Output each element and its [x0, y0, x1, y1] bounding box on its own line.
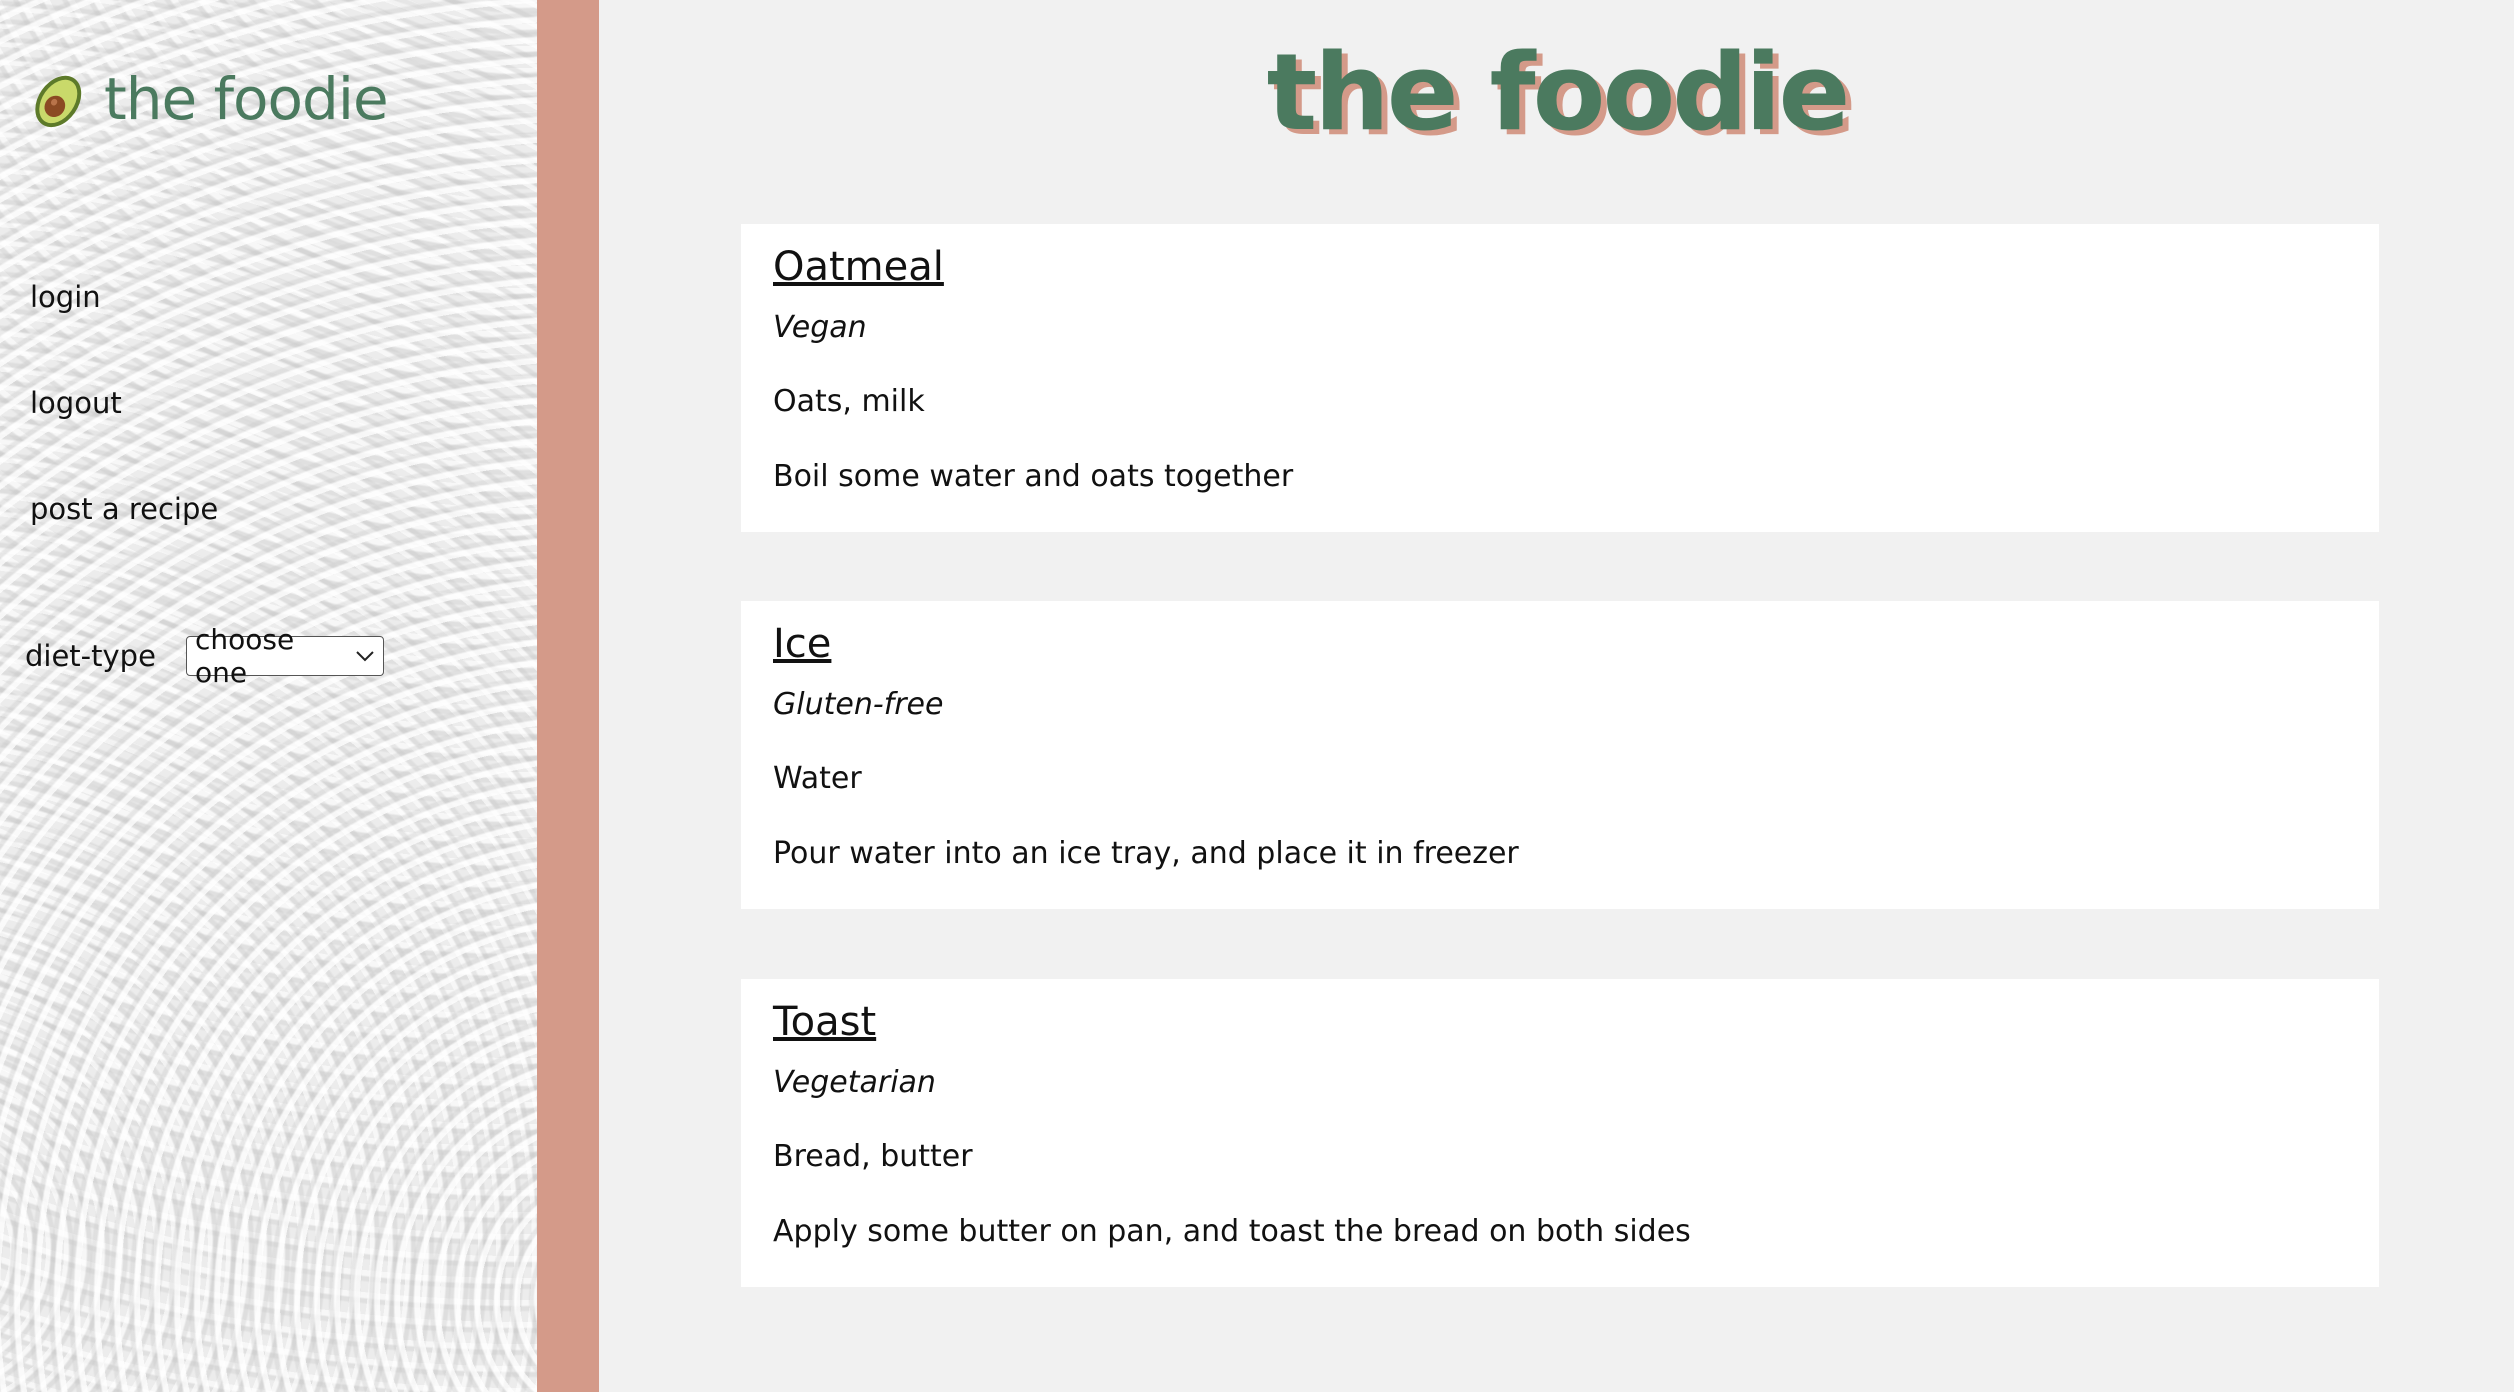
page-title: the foodie [1266, 31, 1851, 154]
recipe-instructions: Apply some butter on pan, and toast the … [773, 1214, 1691, 1249]
recipe-name[interactable]: Oatmeal [773, 244, 944, 290]
sidebar-divider [537, 0, 599, 1392]
post-recipe-link[interactable]: post a recipe [30, 492, 218, 526]
logout-link[interactable]: logout [30, 386, 122, 420]
avocado-icon [35, 75, 82, 128]
brand[interactable]: the foodie [30, 65, 389, 133]
recipe-diet: Gluten-free [773, 687, 944, 722]
recipe-card: Toast Vegetarian Bread, butter Apply som… [741, 979, 2379, 1287]
diet-type-select[interactable]: choose one [186, 623, 384, 689]
recipe-name[interactable]: Toast [773, 999, 876, 1045]
diet-type-filter: diet-type choose one [25, 623, 384, 689]
recipe-card: Oatmeal Vegan Oats, milk Boil some water… [741, 224, 2379, 532]
recipe-name[interactable]: Ice [773, 621, 831, 667]
recipe-card: Ice Gluten-free Water Pour water into an… [741, 601, 2379, 909]
brand-name: the foodie [104, 65, 389, 133]
diet-type-selected: choose one [195, 623, 295, 689]
sidebar: the foodie login logout post a recipe di… [0, 0, 537, 1392]
chevron-down-icon [356, 651, 374, 662]
recipe-ingredients: Oats, milk [773, 384, 925, 419]
login-link[interactable]: login [30, 280, 101, 314]
recipe-instructions: Pour water into an ice tray, and place i… [773, 836, 1519, 871]
recipe-diet: Vegan [773, 310, 867, 345]
recipe-instructions: Boil some water and oats together [773, 459, 1294, 494]
recipe-ingredients: Bread, butter [773, 1139, 973, 1174]
diet-type-label: diet-type [25, 639, 156, 673]
recipe-ingredients: Water [773, 761, 862, 796]
recipe-diet: Vegetarian [773, 1065, 936, 1100]
